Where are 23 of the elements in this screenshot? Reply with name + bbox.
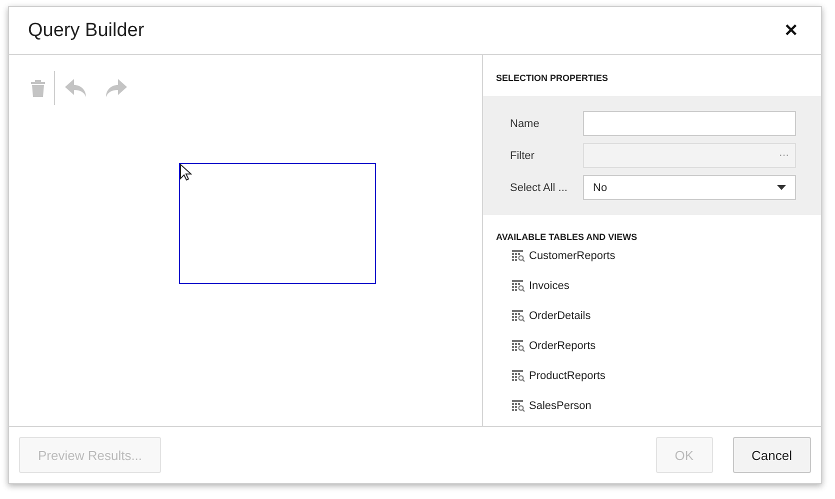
table-search-icon	[512, 340, 525, 352]
dialog-button[interactable]: Cancel	[732, 437, 811, 473]
field-label: Filter	[510, 150, 536, 162]
table-search-icon	[512, 310, 525, 322]
table-list-item[interactable]: OrderDetails	[512, 308, 821, 323]
field-label: Select All ...	[510, 182, 568, 194]
dropdown-caret-icon	[777, 185, 786, 190]
select-all-dropdown[interactable]: No	[583, 175, 796, 200]
section-heading: AVAILABLE TABLES AND VIEWS	[495, 231, 638, 238]
table-list-item[interactable]: ProductReports	[512, 368, 821, 383]
table-search-icon	[512, 250, 525, 262]
dialog-title: Query Builder	[28, 20, 146, 42]
table-search-icon	[512, 370, 525, 382]
table-list-item[interactable]: SalesPerson	[512, 398, 821, 413]
table-search-icon	[512, 280, 525, 292]
mouse-pointer-icon	[180, 164, 192, 182]
name-input[interactable]	[583, 111, 796, 136]
table-list-item[interactable]: CustomerReports	[512, 248, 821, 263]
table-list-item[interactable]: Invoices	[512, 278, 821, 293]
close-button[interactable]: ✕	[780, 20, 802, 41]
table-list-item[interactable]: OrderReports	[512, 338, 821, 353]
field-label: Name	[510, 118, 540, 130]
table-search-icon	[512, 400, 525, 412]
